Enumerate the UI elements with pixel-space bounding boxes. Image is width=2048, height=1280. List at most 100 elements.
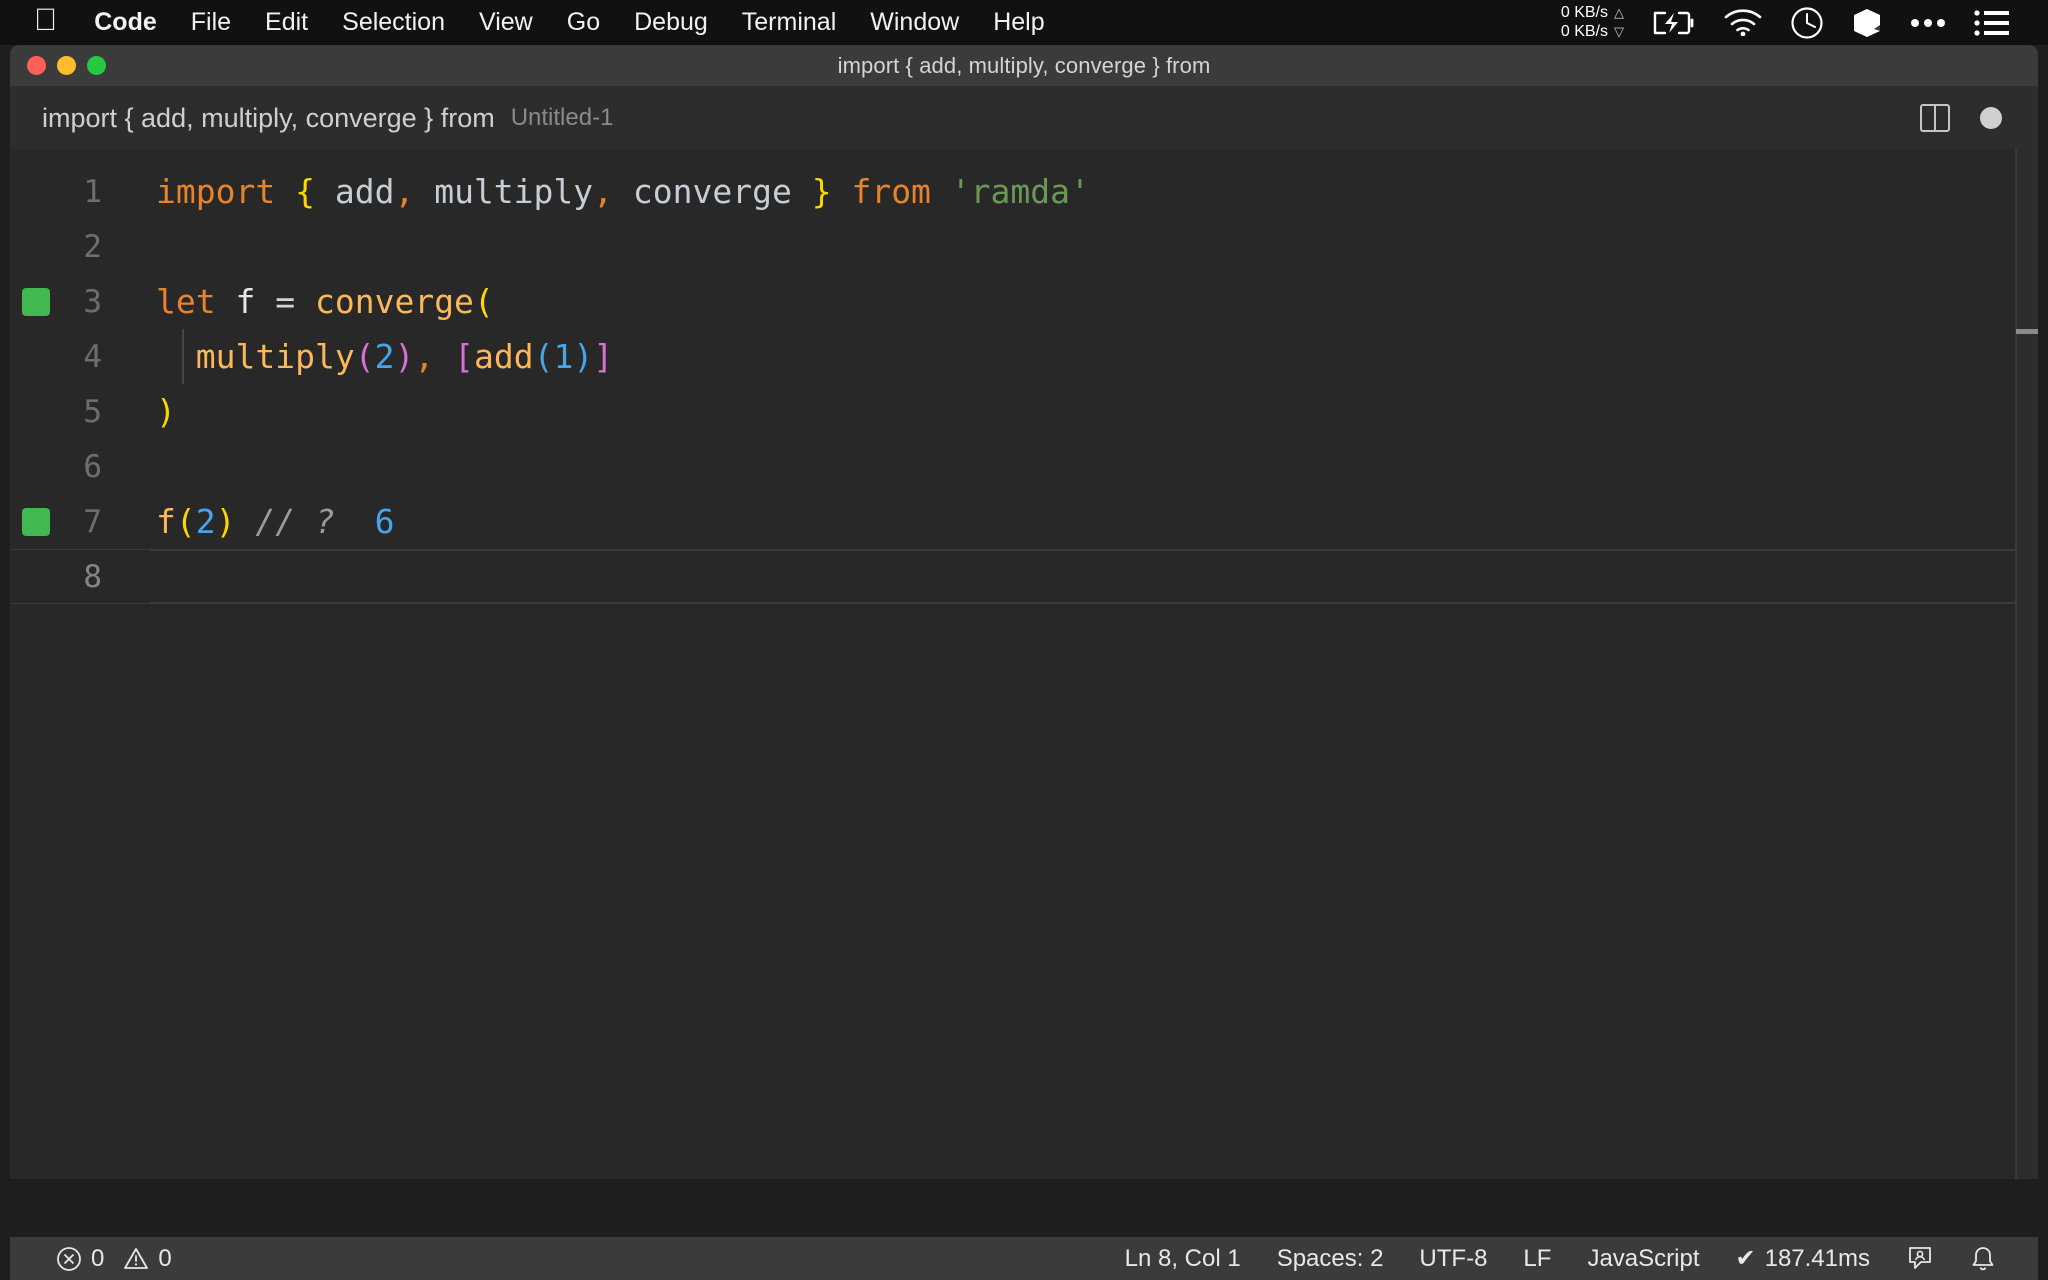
- indentation-setting[interactable]: Spaces: 2: [1259, 1245, 1402, 1273]
- error-circle-icon: [56, 1246, 82, 1272]
- battery-charging-icon[interactable]: [1638, 0, 1710, 45]
- code-text: multiply(2), [add(1)]: [130, 337, 613, 376]
- code-line[interactable]: 1 import { add, multiply, converge } from…: [10, 164, 2038, 219]
- menu-item-debug[interactable]: Debug: [617, 0, 725, 45]
- warning-triangle-icon: [123, 1246, 149, 1272]
- code-text: ): [130, 392, 176, 431]
- menu-item-view[interactable]: View: [462, 0, 550, 45]
- code-editor[interactable]: 1 import { add, multiply, converge } from…: [10, 149, 2038, 1179]
- run-time-value: 187.41ms: [1764, 1244, 1870, 1272]
- problems-status[interactable]: 0 0: [38, 1245, 190, 1273]
- line-number: 4: [83, 338, 102, 375]
- ellipsis-icon[interactable]: [1896, 0, 1960, 45]
- code-token: ): [215, 502, 236, 541]
- code-line[interactable]: 3 let f = converge(: [10, 274, 2038, 329]
- breadcrumb-bar: import { add, multiply, converge } from …: [10, 87, 2038, 149]
- line-number: 1: [83, 173, 102, 210]
- minimize-button[interactable]: [57, 56, 76, 75]
- bell-icon[interactable]: [1952, 1245, 2014, 1273]
- code-text: let f = converge(: [130, 282, 494, 321]
- warning-count: 0: [158, 1244, 172, 1272]
- menu-item-help[interactable]: Help: [976, 0, 1061, 45]
- language-mode[interactable]: JavaScript: [1569, 1245, 1717, 1273]
- code-token: ,: [394, 172, 415, 211]
- code-token: [: [454, 337, 474, 376]
- menu-item-selection[interactable]: Selection: [325, 0, 462, 45]
- network-download-speed: 0 KB/s: [1560, 22, 1608, 40]
- code-line[interactable]: 4 multiply(2), [add(1)]: [10, 329, 2038, 384]
- menu-bar-items:  Code File Edit Selection View Go Debug…: [0, 0, 1062, 45]
- menu-item-terminal[interactable]: Terminal: [725, 0, 853, 45]
- cube-icon[interactable]: [1838, 0, 1896, 45]
- code-token: (: [354, 337, 375, 376]
- editor-scrollbar[interactable]: [2016, 149, 2038, 1179]
- code-token: // ?: [255, 502, 335, 541]
- code-token: add: [314, 172, 395, 211]
- menu-item-window[interactable]: Window: [853, 0, 976, 45]
- maximize-button[interactable]: [87, 56, 106, 75]
- close-button[interactable]: [27, 56, 46, 75]
- status-bar: 0 0 Ln 8, Col 1 Spaces: 2 UTF-8 LF JavaS…: [10, 1237, 2038, 1280]
- code-token: ,: [593, 172, 614, 211]
- breadcrumb-file-name[interactable]: Untitled-1: [511, 104, 614, 132]
- feedback-person-icon[interactable]: [1888, 1245, 1952, 1273]
- code-token: from: [851, 172, 931, 211]
- indent-guide: [182, 329, 184, 384]
- menu-bar-status-items: 0 KB/s 0 KB/s △ ▽: [1547, 0, 2048, 45]
- wifi-icon[interactable]: [1710, 0, 1776, 45]
- line-number: 5: [83, 393, 102, 430]
- apple-logo-icon[interactable]: : [28, 0, 77, 45]
- traffic-lights: [10, 56, 106, 75]
- code-token: (: [473, 282, 494, 321]
- code-token: f: [235, 282, 256, 321]
- apple-glyph: : [34, 4, 57, 35]
- code-token: 2: [374, 337, 395, 376]
- gutter-marker-icon[interactable]: [22, 507, 50, 536]
- menu-item-edit[interactable]: Edit: [248, 0, 325, 45]
- cursor-position[interactable]: Ln 8, Col 1: [1107, 1245, 1259, 1273]
- run-check-icon: ✔: [1735, 1245, 1756, 1272]
- line-number: 6: [83, 448, 102, 485]
- code-token: ]: [593, 337, 614, 376]
- split-editor-icon[interactable]: [1920, 104, 1950, 132]
- current-line-highlight: [150, 550, 2038, 603]
- code-token: multiply: [195, 337, 355, 376]
- run-time-status[interactable]: ✔ 187.41ms: [1717, 1244, 1888, 1273]
- line-number: 2: [83, 228, 102, 265]
- code-token: 2: [195, 502, 216, 541]
- list-menu-icon[interactable]: [1960, 0, 2024, 45]
- code-line[interactable]: 2: [10, 219, 2038, 274]
- code-line[interactable]: 7 f(2) // ? 6: [10, 494, 2038, 549]
- code-token: let: [156, 282, 216, 321]
- menu-item-code[interactable]: Code: [77, 0, 174, 45]
- menu-item-go[interactable]: Go: [550, 0, 617, 45]
- unsaved-dot-icon[interactable]: [1980, 107, 2002, 129]
- network-upload-speed: 0 KB/s: [1560, 3, 1608, 21]
- download-arrow-icon: ▽: [1614, 23, 1624, 39]
- code-token: ): [156, 392, 176, 431]
- eol-setting[interactable]: LF: [1505, 1245, 1569, 1273]
- code-text: import { add, multiply, converge } from …: [130, 172, 1090, 211]
- code-line[interactable]: 8: [10, 549, 2038, 604]
- gutter-marker-icon[interactable]: [22, 287, 50, 316]
- breadcrumb-path[interactable]: import { add, multiply, converge } from: [42, 103, 495, 134]
- code-token: =: [275, 282, 296, 321]
- encoding-setting[interactable]: UTF-8: [1401, 1245, 1505, 1273]
- code-line[interactable]: 6: [10, 439, 2038, 494]
- clock-icon[interactable]: [1776, 0, 1838, 45]
- menu-item-file[interactable]: File: [174, 0, 248, 45]
- code-token: ,: [414, 337, 435, 376]
- code-token: 1: [553, 337, 574, 376]
- code-token: ): [573, 337, 594, 376]
- scrollbar-thumb[interactable]: [2016, 329, 2038, 334]
- network-speed-indicator[interactable]: 0 KB/s 0 KB/s △ ▽: [1547, 0, 1638, 45]
- code-line[interactable]: 5): [10, 384, 2038, 439]
